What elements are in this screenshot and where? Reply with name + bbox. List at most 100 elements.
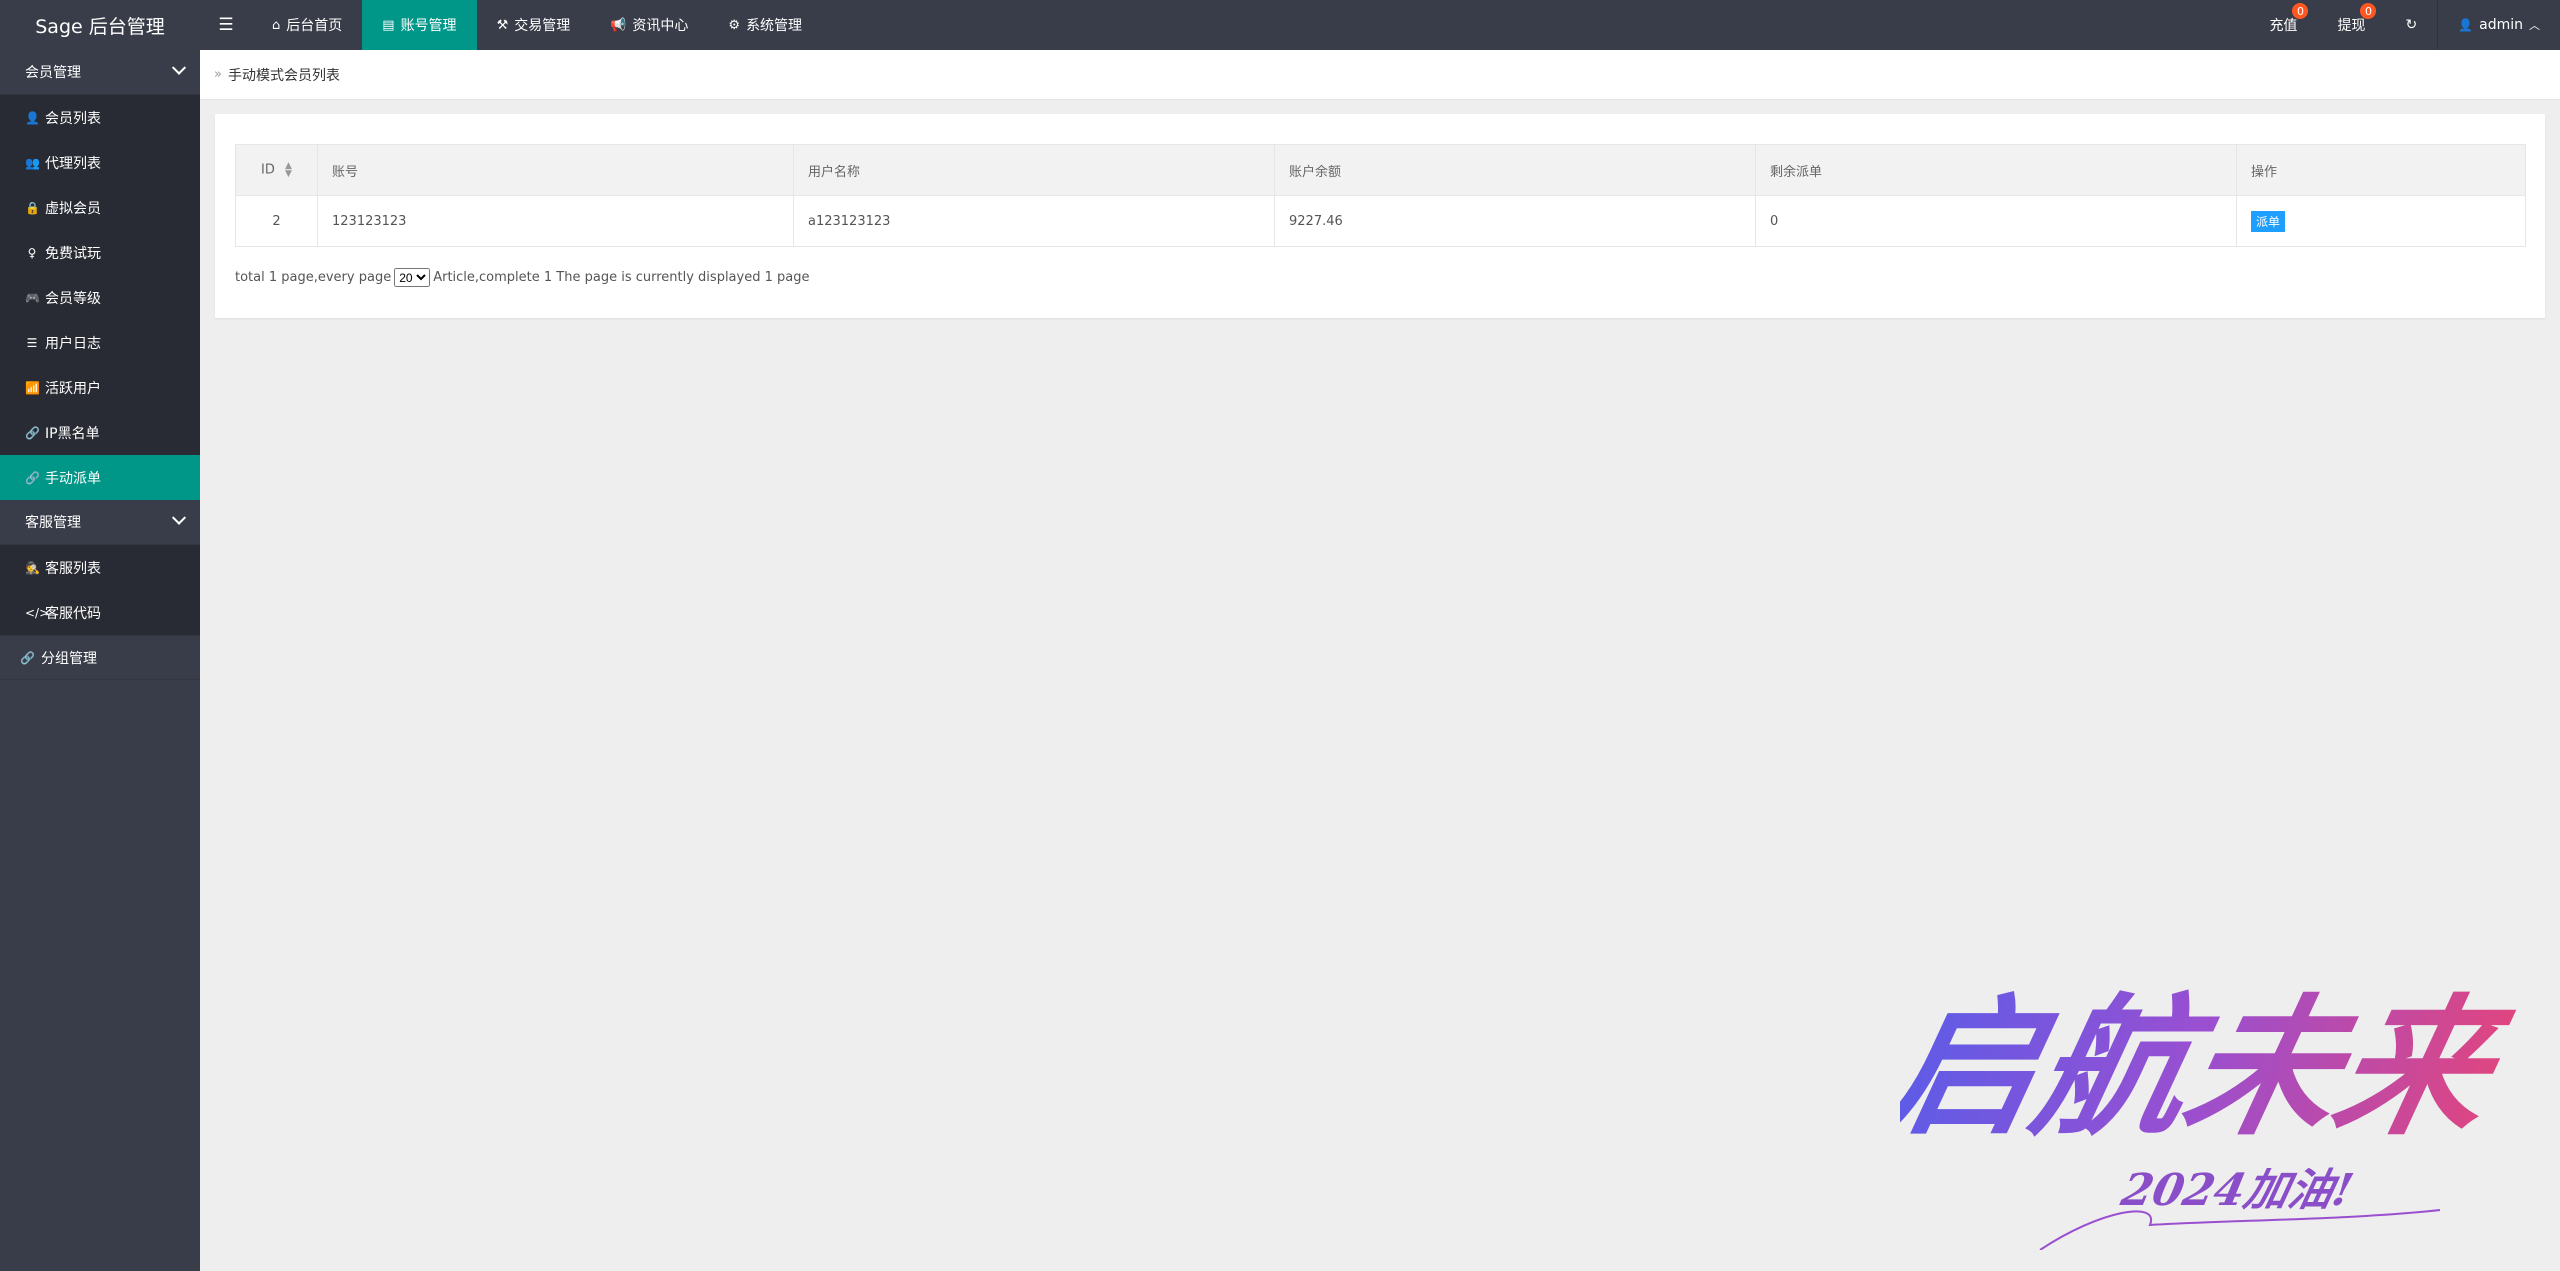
link-icon: 🔗 [20, 650, 35, 665]
cell-username: a123123123 [793, 195, 1275, 247]
cell-id: 2 [235, 195, 318, 247]
wifi-icon: 📶 [25, 380, 40, 395]
withdraw-badge: 0 [2360, 3, 2377, 19]
user-icon: 👤 [25, 110, 40, 125]
sidebar-item-service-code[interactable]: </> 客服代码 [0, 590, 200, 635]
topnav-label: 账号管理 [400, 18, 457, 34]
id-card-icon: ▤ [382, 17, 395, 33]
sidebar: 会员管理 👤 会员列表 👥 代理列表 🔒 虚拟会员 ♀ 免费试玩 🎮 会员等级 … [0, 50, 200, 1271]
pager-suffix: Article,complete 1 The page is currently… [433, 270, 810, 285]
sidebar-item-label: IP黑名单 [45, 425, 100, 442]
sidebar-item-label: 用户日志 [45, 335, 101, 352]
table-header-row: ID ▲ ▼ 账号 用户名称 账户余额 剩余派单 操作 [235, 144, 2526, 196]
gears-icon: ⚙ [728, 17, 741, 33]
dispatch-button[interactable]: 派单 [2251, 210, 2286, 232]
topnav-item-account[interactable]: ▤ 账号管理 [362, 0, 477, 50]
sidebar-group-members[interactable]: 会员管理 [0, 50, 200, 95]
sidebar-item-user-log[interactable]: ☰ 用户日志 [0, 320, 200, 365]
cell-action: 派单 [2236, 195, 2526, 247]
withdraw-button[interactable]: 提现 0 [2317, 0, 2385, 50]
column-header-label: ID [261, 162, 275, 178]
watermark-main-text: 启航未来 [1900, 980, 2523, 1156]
lock-icon: 🔒 [25, 200, 40, 215]
refresh-icon: ↻ [2405, 17, 2418, 33]
chevron-down-icon [171, 60, 187, 75]
breadcrumb: » 手动模式会员列表 [200, 50, 2560, 100]
column-header-action: 操作 [2236, 144, 2526, 196]
refresh-button[interactable]: ↻ [2385, 0, 2437, 50]
chevron-down-icon [171, 510, 187, 525]
sidebar-item-manual-dispatch[interactable]: 🔗 手动派单 [0, 455, 200, 500]
sidebar-item-member-level[interactable]: 🎮 会员等级 [0, 275, 200, 320]
content-panel: ID ▲ ▼ 账号 用户名称 账户余额 剩余派单 操作 2 123123123 a… [215, 114, 2545, 318]
top-header: Sage 后台管理 ☰ ⌂ 后台首页 ▤ 账号管理 ⚒ 交易管理 📢 资讯中心 … [0, 0, 2560, 50]
top-right-actions: 充值 0 提现 0 ↻ 👤 admin ︿ [2249, 0, 2560, 50]
bullhorn-icon: 📢 [610, 17, 627, 33]
sidebar-group-label: 客服管理 [25, 515, 81, 531]
sidebar-item-label: 虚拟会员 [45, 200, 101, 217]
code-icon: </> [25, 605, 50, 620]
double-chevron-right-icon: » [214, 67, 222, 82]
column-header-balance: 账户余额 [1274, 144, 1756, 196]
gamepad-icon: 🎮 [25, 290, 40, 305]
sidebar-item-agent-list[interactable]: 👥 代理列表 [0, 140, 200, 185]
cell-remaining: 0 [1755, 195, 2237, 247]
column-header-id[interactable]: ID ▲ ▼ [235, 144, 318, 196]
topnav-label: 资讯中心 [632, 18, 689, 34]
table-row: 2 123123123 a123123123 9227.46 0 派单 [235, 195, 2526, 247]
sidebar-item-label: 客服代码 [45, 605, 101, 622]
list-icon: ☰ [26, 335, 38, 350]
topnav-item-news[interactable]: 📢 资讯中心 [590, 0, 708, 50]
link-icon: 🔗 [25, 425, 40, 440]
cell-balance: 9227.46 [1274, 195, 1756, 247]
per-page-select[interactable]: 20 [394, 268, 431, 287]
sidebar-item-ip-blacklist[interactable]: 🔗 IP黑名单 [0, 410, 200, 455]
sidebar-submenu-members: 👤 会员列表 👥 代理列表 🔒 虚拟会员 ♀ 免费试玩 🎮 会员等级 ☰ 用户日… [0, 95, 200, 500]
watermark-calligraphy: 启航未来 2024加油! [1900, 980, 2523, 1250]
cell-account: 123123123 [317, 195, 794, 247]
member-table: ID ▲ ▼ 账号 用户名称 账户余额 剩余派单 操作 2 123123123 a… [235, 144, 2526, 247]
column-header-account: 账号 [317, 144, 794, 196]
topnav-item-trade[interactable]: ⚒ 交易管理 [477, 0, 591, 50]
watermark-sub-text: 2024加油! [2116, 1164, 2358, 1215]
topnav-item-home[interactable]: ⌂ 后台首页 [252, 0, 362, 50]
app-title: Sage 后台管理 [0, 0, 200, 50]
sidebar-item-label: 分组管理 [40, 650, 97, 667]
sidebar-item-group-manage[interactable]: 🔗 分组管理 [0, 635, 200, 680]
sidebar-item-service-list[interactable]: 🕵 客服列表 [0, 545, 200, 590]
sidebar-item-member-list[interactable]: 👤 会员列表 [0, 95, 200, 140]
recharge-button[interactable]: 充值 0 [2249, 0, 2317, 50]
top-nav: ⌂ 后台首页 ▤ 账号管理 ⚒ 交易管理 📢 资讯中心 ⚙ 系统管理 [252, 0, 822, 50]
user-secret-icon: 🕵 [25, 560, 40, 575]
sidebar-item-virtual-member[interactable]: 🔒 虚拟会员 [0, 185, 200, 230]
recharge-label: 充值 [2269, 18, 2298, 34]
female-icon: ♀ [27, 245, 37, 260]
link-icon: 🔗 [25, 470, 40, 485]
user-menu[interactable]: 👤 admin ︿ [2437, 0, 2560, 50]
sort-icon[interactable]: ▲ ▼ [285, 162, 292, 179]
sidebar-item-label: 客服列表 [45, 560, 101, 577]
breadcrumb-label: 手动模式会员列表 [227, 67, 340, 84]
withdraw-label: 提现 [2337, 18, 2366, 34]
column-header-remaining: 剩余派单 [1755, 144, 2237, 196]
sidebar-item-active-users[interactable]: 📶 活跃用户 [0, 365, 200, 410]
chevron-up-icon: ︿ [2529, 19, 2540, 32]
sidebar-group-label: 会员管理 [25, 65, 81, 81]
home-icon: ⌂ [272, 17, 281, 33]
sidebar-item-label: 免费试玩 [45, 245, 101, 262]
topnav-item-system[interactable]: ⚙ 系统管理 [708, 0, 822, 50]
sidebar-item-free-trial[interactable]: ♀ 免费试玩 [0, 230, 200, 275]
users-icon: 👥 [25, 155, 40, 170]
sidebar-item-label: 手动派单 [45, 470, 101, 487]
hamburger-icon[interactable]: ☰ [200, 0, 252, 50]
watermark-swoosh [2039, 1209, 2441, 1250]
sidebar-item-label: 会员等级 [45, 290, 101, 307]
topnav-label: 系统管理 [746, 18, 803, 34]
gavel-icon: ⚒ [496, 17, 509, 33]
topnav-label: 交易管理 [514, 18, 571, 34]
pagination: total 1 page,every page 20 Article,compl… [235, 268, 809, 287]
sidebar-group-service[interactable]: 客服管理 [0, 500, 200, 545]
sidebar-item-label: 活跃用户 [45, 380, 101, 397]
user-icon: 👤 [2458, 18, 2474, 32]
column-header-username: 用户名称 [793, 144, 1275, 196]
